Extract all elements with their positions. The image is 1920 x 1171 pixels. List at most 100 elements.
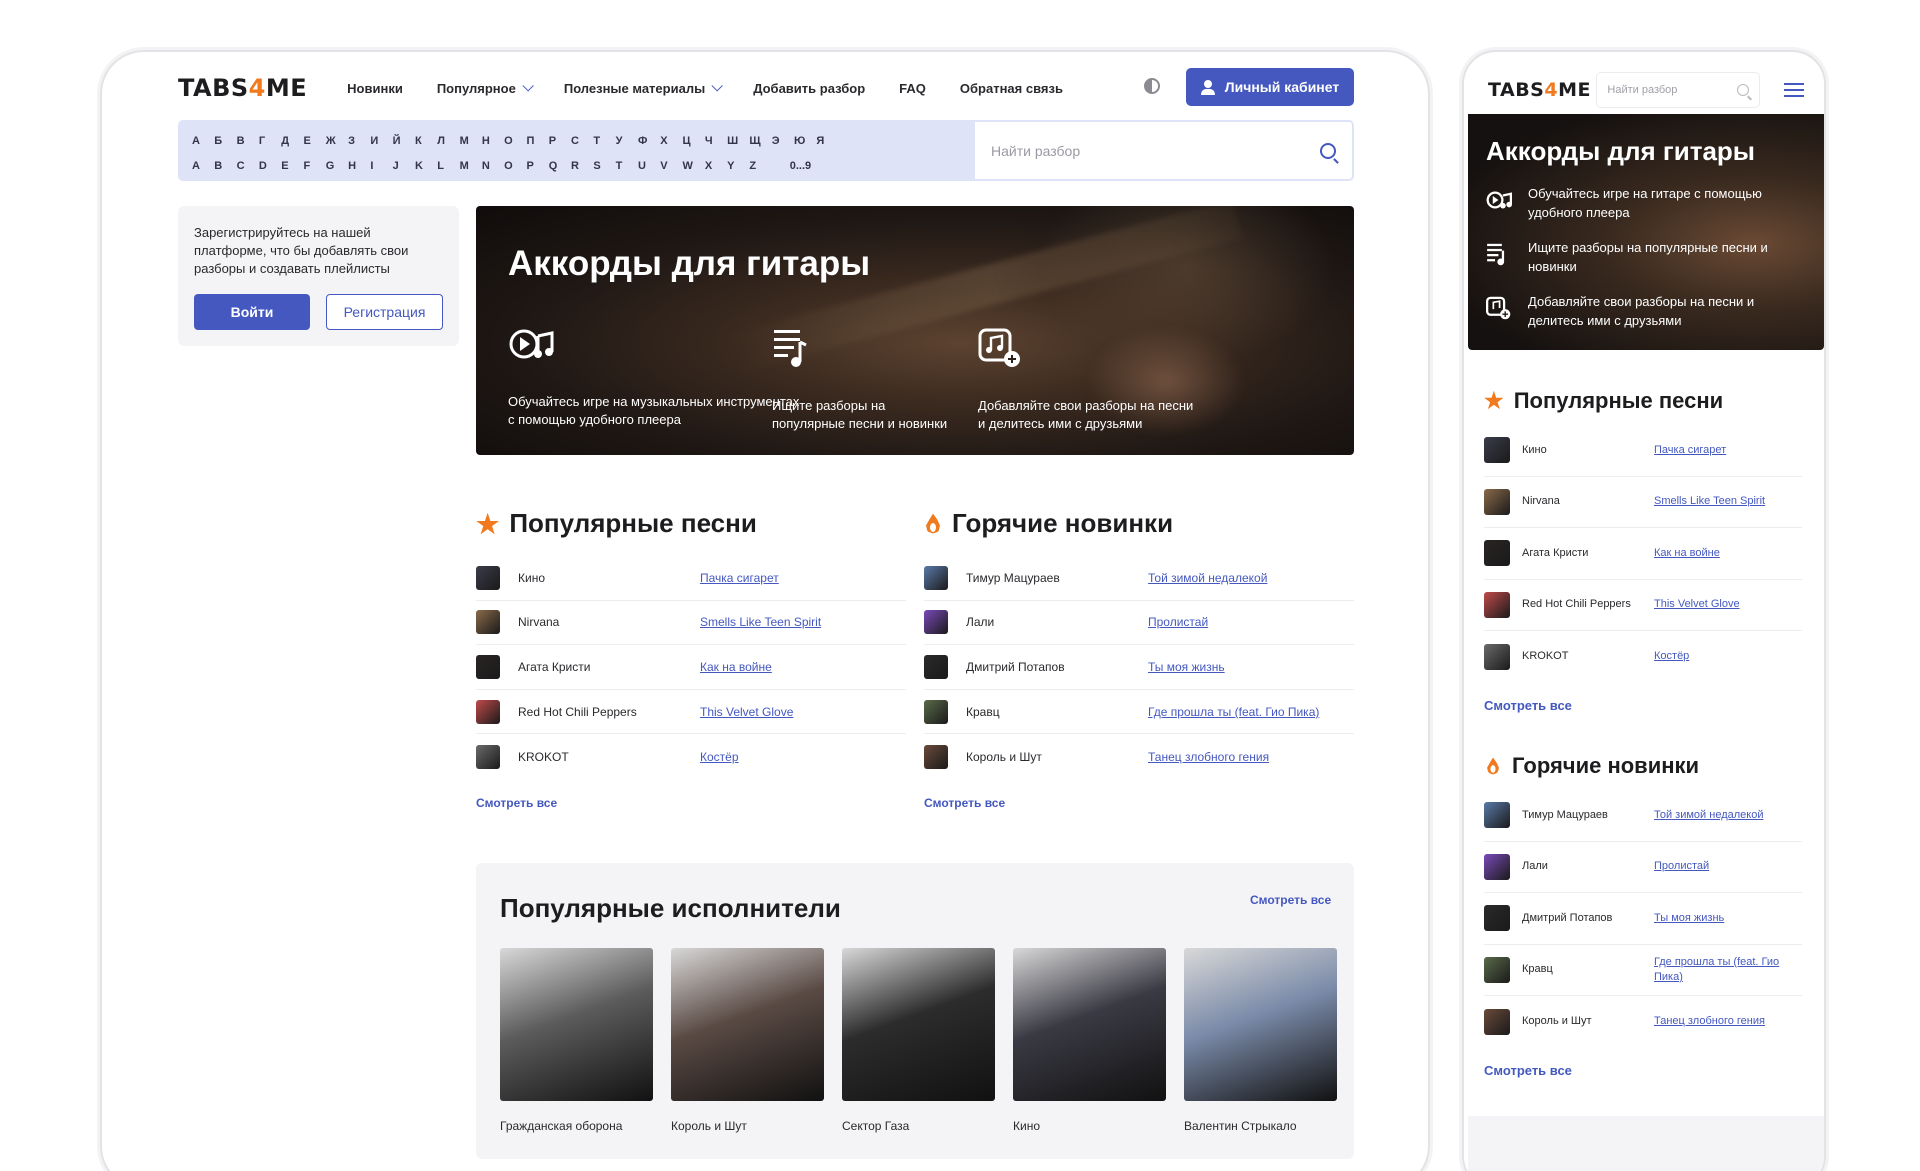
alphabet-letter[interactable]: И: [370, 135, 392, 147]
alphabet-letter[interactable]: У: [616, 135, 638, 147]
song-track-link[interactable]: Танец злобного гения: [1654, 1014, 1794, 1029]
artist-thumbnail[interactable]: [1484, 540, 1510, 567]
alphabet-letter[interactable]: Q: [549, 160, 571, 172]
nav-item-new[interactable]: Новинки: [347, 81, 403, 96]
song-track-link[interactable]: Где прошла ты (feat. Гио Пика): [1148, 705, 1319, 719]
nav-item-add[interactable]: Добавить разбор: [753, 81, 865, 96]
song-track-link[interactable]: Костёр: [700, 750, 739, 764]
artist-photo[interactable]: [671, 948, 824, 1101]
song-track-link[interactable]: Костёр: [1654, 649, 1794, 664]
artist-thumbnail[interactable]: [924, 744, 948, 769]
alphabet-letter[interactable]: L: [437, 160, 459, 172]
artist-card[interactable]: Валентин Стрыкало: [1184, 948, 1337, 1133]
alphabet-letter[interactable]: A: [192, 160, 214, 172]
artist-thumbnail[interactable]: [476, 654, 500, 679]
alphabet-letter[interactable]: F: [303, 160, 325, 172]
alphabet-letter[interactable]: Y: [727, 160, 749, 172]
artist-photo[interactable]: [1184, 948, 1337, 1101]
alphabet-digits[interactable]: 0...9: [790, 160, 811, 172]
alphabet-letter[interactable]: M: [460, 160, 482, 172]
alphabet-letter[interactable]: Н: [482, 135, 504, 147]
artist-thumbnail[interactable]: [1484, 591, 1510, 618]
artist-thumbnail[interactable]: [1484, 802, 1510, 829]
artist-thumbnail[interactable]: [924, 654, 948, 679]
alphabet-letter[interactable]: Х: [660, 135, 682, 147]
song-track-link[interactable]: Пролистай: [1654, 859, 1794, 874]
artist-thumbnail[interactable]: [1484, 643, 1510, 670]
alphabet-letter[interactable]: Ж: [326, 135, 348, 147]
artist-thumbnail[interactable]: [924, 565, 948, 590]
artist-photo[interactable]: [500, 948, 653, 1101]
alphabet-letter[interactable]: E: [281, 160, 303, 172]
artist-thumbnail[interactable]: [1484, 488, 1510, 515]
search-icon[interactable]: [1320, 142, 1336, 159]
alphabet-letter[interactable]: K: [415, 160, 437, 172]
artist-photo[interactable]: [842, 948, 995, 1101]
artist-thumbnail[interactable]: [1484, 853, 1510, 880]
logo[interactable]: TABS4ME: [178, 74, 307, 102]
popular-artists-see-all[interactable]: Смотреть все: [1250, 893, 1331, 907]
song-track-link[interactable]: Как на войне: [700, 660, 772, 674]
alphabet-letter[interactable]: Э: [772, 135, 794, 147]
artist-thumbnail[interactable]: [1484, 437, 1510, 464]
alphabet-letter[interactable]: О: [504, 135, 526, 147]
song-track-link[interactable]: Smells Like Teen Spirit: [700, 615, 821, 629]
alphabet-letter[interactable]: I: [370, 160, 392, 172]
alphabet-letter[interactable]: W: [683, 160, 705, 172]
artist-thumbnail[interactable]: [924, 699, 948, 724]
artist-thumbnail[interactable]: [476, 565, 500, 590]
alphabet-letter[interactable]: T: [616, 160, 638, 172]
alphabet-letter[interactable]: C: [237, 160, 259, 172]
alphabet-letter[interactable]: N: [482, 160, 504, 172]
song-track-link[interactable]: Той зимой недалекой: [1148, 571, 1267, 585]
alphabet-letter[interactable]: V: [660, 160, 682, 172]
alphabet-letter[interactable]: O: [504, 160, 526, 172]
search-box[interactable]: Найти разбор: [975, 120, 1354, 181]
nav-item-faq[interactable]: FAQ: [899, 81, 926, 96]
artist-card[interactable]: Гражданская оборона: [500, 948, 653, 1133]
alphabet-letter[interactable]: Ч: [705, 135, 727, 147]
popular-songs-see-all[interactable]: Смотреть все: [1484, 698, 1572, 713]
song-track-link[interactable]: This Velvet Glove: [1654, 597, 1794, 612]
logo[interactable]: TABS4ME: [1488, 79, 1596, 101]
alphabet-letter[interactable]: Т: [593, 135, 615, 147]
artist-card[interactable]: Король и Шут: [671, 948, 824, 1133]
register-button[interactable]: Регистрация: [326, 294, 443, 330]
song-track-link[interactable]: Ты моя жизнь: [1148, 660, 1225, 674]
alphabet-letter[interactable]: Z: [749, 160, 771, 172]
search-input[interactable]: Найти разбор: [991, 143, 1080, 159]
hot-new-see-all[interactable]: Смотреть все: [924, 796, 1005, 810]
alphabet-letter[interactable]: Я: [816, 135, 838, 147]
alphabet-letter[interactable]: Ю: [794, 135, 816, 147]
alphabet-letter[interactable]: S: [593, 160, 615, 172]
artist-thumbnail[interactable]: [476, 744, 500, 769]
alphabet-letter[interactable]: Б: [214, 135, 236, 147]
song-track-link[interactable]: Ты моя жизнь: [1654, 911, 1794, 926]
alphabet-letter[interactable]: D: [259, 160, 281, 172]
alphabet-letter[interactable]: А: [192, 135, 214, 147]
alphabet-letter[interactable]: Щ: [749, 135, 771, 147]
alphabet-letter[interactable]: В: [237, 135, 259, 147]
song-track-link[interactable]: Танец злобного гения: [1148, 750, 1269, 764]
nav-item-feedback[interactable]: Обратная связь: [960, 81, 1063, 96]
popular-songs-see-all[interactable]: Смотреть все: [476, 796, 557, 810]
alphabet-letter[interactable]: М: [460, 135, 482, 147]
artist-thumbnail[interactable]: [1484, 905, 1510, 932]
nav-item-popular[interactable]: Популярное: [437, 80, 534, 96]
song-track-link[interactable]: Пачка сигарет: [1654, 443, 1794, 458]
artist-thumbnail[interactable]: [476, 699, 500, 724]
alphabet-letter[interactable]: Й: [393, 135, 415, 147]
alphabet-letter[interactable]: Ш: [727, 135, 749, 147]
cabinet-button[interactable]: Личный кабинет: [1186, 68, 1354, 106]
mobile-search-box[interactable]: Найти разбор: [1596, 72, 1761, 108]
alphabet-letter[interactable]: H: [348, 160, 370, 172]
alphabet-letter[interactable]: Е: [303, 135, 325, 147]
alphabet-letter[interactable]: J: [393, 160, 415, 172]
nav-item-materials[interactable]: Полезные материалы: [564, 80, 723, 96]
song-track-link[interactable]: Пачка сигарет: [700, 571, 779, 585]
song-track-link[interactable]: Той зимой недалекой: [1654, 808, 1794, 823]
alphabet-letter[interactable]: К: [415, 135, 437, 147]
artist-thumbnail[interactable]: [924, 610, 948, 635]
alphabet-letter[interactable]: X: [705, 160, 727, 172]
alphabet-letter[interactable]: Л: [437, 135, 459, 147]
